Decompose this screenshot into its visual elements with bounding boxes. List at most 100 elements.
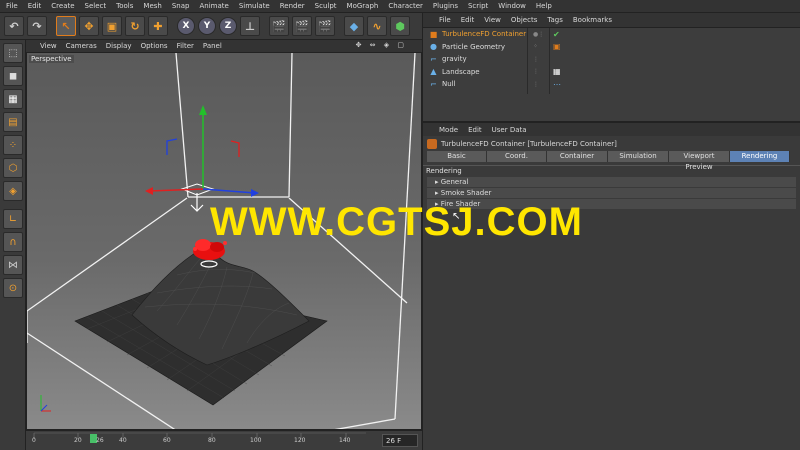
object-row-particle-geometry[interactable]: ● Particle Geometry ⁘ ▣ bbox=[423, 41, 800, 54]
menu-tools[interactable]: Tools bbox=[116, 2, 133, 10]
texture-mode-button[interactable]: ▦ bbox=[3, 89, 23, 109]
tab-container[interactable]: Container bbox=[547, 151, 608, 162]
object-mode-button[interactable]: ◼ bbox=[3, 66, 23, 86]
group-general[interactable]: ▸ General bbox=[427, 177, 796, 187]
menu-character[interactable]: Character bbox=[388, 2, 423, 10]
object-menu-bookmarks[interactable]: Bookmarks bbox=[573, 16, 612, 24]
group-smoke-shader[interactable]: ▸ Smoke Shader bbox=[427, 188, 796, 198]
object-menu-edit[interactable]: Edit bbox=[461, 16, 475, 24]
tweak-mode-button[interactable]: ∩ bbox=[3, 232, 23, 252]
model-mode-button[interactable]: ⬚ bbox=[3, 43, 23, 63]
polygons-mode-button[interactable]: ◈ bbox=[3, 181, 23, 201]
object-row-gravity[interactable]: ⌐ gravity ⋮ bbox=[423, 53, 800, 66]
visibility-dots[interactable]: ●⋮ bbox=[533, 31, 544, 38]
rotate-tool-button[interactable]: ↻ bbox=[125, 16, 145, 36]
check-icon[interactable]: ✔ bbox=[553, 30, 560, 39]
tab-rendering[interactable]: Rendering bbox=[730, 151, 790, 162]
points-mode-button[interactable]: ⁘ bbox=[3, 135, 23, 155]
spline-icon: ∿ bbox=[372, 19, 382, 33]
snap-button[interactable]: ⋈ bbox=[3, 255, 23, 275]
main-menubar: File Edit Create Select Tools Mesh Snap Animate… bbox=[0, 0, 800, 13]
axis-icon: ∟ bbox=[8, 213, 18, 225]
timeline-tick-20: 20 bbox=[74, 437, 82, 444]
menu-create[interactable]: Create bbox=[51, 2, 74, 10]
timeline[interactable]: 0 20 26 40 60 80 100 120 140 26 F bbox=[26, 430, 422, 450]
null-icon: ⌐ bbox=[430, 79, 437, 89]
cube-primitive-button[interactable]: ◆ bbox=[344, 16, 364, 36]
viewport-menu-view[interactable]: View bbox=[40, 42, 57, 50]
generator-button[interactable]: ⬢ bbox=[390, 16, 410, 36]
visibility-dots[interactable]: ⋮ bbox=[533, 56, 539, 63]
x-axis-toggle[interactable]: X bbox=[177, 17, 195, 35]
texture-tag-icon[interactable]: ▦ bbox=[553, 67, 561, 76]
viewport-menu-display[interactable]: Display bbox=[106, 42, 132, 50]
render-view-button[interactable]: 🎬 bbox=[269, 16, 289, 36]
world-axis-indicator bbox=[40, 395, 51, 412]
menu-animate[interactable]: Animate bbox=[199, 2, 228, 10]
viewport-menu-panel[interactable]: Panel bbox=[203, 42, 222, 50]
tab-simulation[interactable]: Simulation bbox=[608, 151, 669, 162]
render-picture-viewer-button[interactable]: 🎬 bbox=[292, 16, 312, 36]
current-frame-field[interactable]: 26 F bbox=[382, 434, 418, 447]
main-toolbar: ↶ ↷ ↖ ✥ ▣ ↻ ✚ X Y Z ⊥ 🎬 🎬 🎬 ◆ ∿ ⬢ bbox=[0, 13, 422, 40]
visibility-dots[interactable]: ⁘ bbox=[533, 43, 538, 50]
edges-mode-button[interactable]: ⬡ bbox=[3, 158, 23, 178]
menu-edit[interactable]: Edit bbox=[28, 2, 42, 10]
menu-window[interactable]: Window bbox=[498, 2, 526, 10]
snap-icon: ⋈ bbox=[8, 259, 18, 271]
axis-mode-button[interactable]: ∟ bbox=[3, 209, 23, 229]
tab-basic[interactable]: Basic bbox=[427, 151, 487, 162]
turbulencefd-icon: ■ bbox=[429, 29, 438, 39]
visibility-dots[interactable]: ⋮ bbox=[533, 68, 539, 75]
object-name: Null bbox=[442, 80, 456, 89]
menu-mesh[interactable]: Mesh bbox=[143, 2, 161, 10]
viewport-menu-cameras[interactable]: Cameras bbox=[66, 42, 97, 50]
menu-render[interactable]: Render bbox=[280, 2, 305, 10]
group-label: General bbox=[440, 178, 469, 186]
redo-button[interactable]: ↷ bbox=[27, 16, 47, 36]
menu-sculpt[interactable]: Sculpt bbox=[315, 2, 337, 10]
tab-viewport-preview[interactable]: Viewport Preview bbox=[669, 151, 730, 171]
material-tag-icon[interactable]: ▣ bbox=[553, 42, 561, 51]
lock-workplane-button[interactable]: ⊙ bbox=[3, 278, 23, 298]
visibility-dots[interactable]: ⋮ bbox=[533, 81, 539, 88]
coordinate-icon: ⊥ bbox=[244, 19, 256, 33]
menu-script[interactable]: Script bbox=[468, 2, 488, 10]
menu-plugins[interactable]: Plugins bbox=[433, 2, 458, 10]
viewport-nav-icons[interactable]: ✥ ⇔ ◈ ▢ bbox=[356, 41, 407, 49]
move-tool-button[interactable]: ✥ bbox=[79, 16, 99, 36]
render-settings-button[interactable]: 🎬 bbox=[315, 16, 335, 36]
live-selection-button[interactable]: ↖ bbox=[56, 16, 76, 36]
menu-help[interactable]: Help bbox=[536, 2, 552, 10]
object-menu-file[interactable]: File bbox=[439, 16, 451, 24]
attribute-menu-user-data[interactable]: User Data bbox=[492, 126, 527, 134]
left-tool-palette: ⬚ ◼ ▦ ▤ ⁘ ⬡ ◈ ∟ ∩ ⋈ ⊙ bbox=[0, 40, 26, 450]
coord-system-button[interactable]: ⊥ bbox=[240, 16, 260, 36]
object-menu-tags[interactable]: Tags bbox=[547, 16, 563, 24]
menu-snap[interactable]: Snap bbox=[172, 2, 190, 10]
scale-tool-button[interactable]: ▣ bbox=[102, 16, 122, 36]
attribute-menu-edit[interactable]: Edit bbox=[468, 126, 482, 134]
menu-simulate[interactable]: Simulate bbox=[239, 2, 270, 10]
menu-file[interactable]: File bbox=[6, 2, 18, 10]
object-menu-view[interactable]: View bbox=[484, 16, 501, 24]
undo-button[interactable]: ↶ bbox=[4, 16, 24, 36]
z-axis-toggle[interactable]: Z bbox=[219, 17, 237, 35]
watermark-text: WWW.CGTSJ.COM bbox=[210, 200, 583, 244]
viewport-menu-options[interactable]: Options bbox=[141, 42, 168, 50]
attribute-menu-mode[interactable]: Mode bbox=[439, 126, 458, 134]
object-menu-objects[interactable]: Objects bbox=[511, 16, 537, 24]
workplane-button[interactable]: ▤ bbox=[3, 112, 23, 132]
tab-coord[interactable]: Coord. bbox=[487, 151, 547, 162]
object-row-null[interactable]: ⌐ Null ⋮ ⋯ bbox=[423, 78, 800, 91]
object-manager: File Edit View Objects Tags Bookmarks ■ Turbu… bbox=[422, 13, 800, 121]
add-tool-button[interactable]: ✚ bbox=[148, 16, 168, 36]
object-row-turbulencefd-container[interactable]: ■ TurbulenceFD Container ●⋮ ✔ bbox=[423, 28, 800, 41]
viewport-menu-filter[interactable]: Filter bbox=[177, 42, 194, 50]
spline-pen-button[interactable]: ∿ bbox=[367, 16, 387, 36]
y-axis-toggle[interactable]: Y bbox=[198, 17, 216, 35]
menu-select[interactable]: Select bbox=[85, 2, 107, 10]
menu-mograph[interactable]: MoGraph bbox=[347, 2, 379, 10]
hierarchy-tag-icon[interactable]: ⋯ bbox=[553, 80, 561, 89]
object-row-landscape[interactable]: ▲ Landscape ⋮ ▦ bbox=[423, 66, 800, 79]
